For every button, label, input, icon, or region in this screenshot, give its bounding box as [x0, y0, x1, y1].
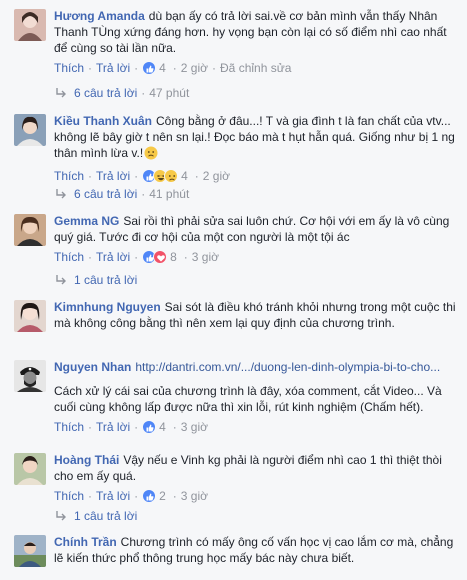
reactions[interactable]	[142, 169, 179, 183]
reply-button[interactable]: Trả lời	[96, 60, 130, 76]
reaction-count: 8	[170, 250, 177, 264]
comment-author[interactable]: Chính Trần	[54, 535, 117, 549]
sad-face-icon	[144, 146, 158, 164]
avatar[interactable]	[14, 9, 46, 41]
like-button[interactable]: Thích	[54, 249, 84, 265]
comment-link[interactable]: http://dantri.com.vn/.../duong-len-dinh-…	[135, 360, 440, 374]
comment-meta: Thích · Trả lời · 4 · 2 giờ	[54, 168, 231, 184]
replies-time: 47 phút	[149, 86, 190, 100]
comment-meta: Thích · Trả lời · 8 · 3 giờ	[54, 249, 220, 265]
comment-thread: Hương Amanda dù bạn ấy có trả lời sai.về …	[0, 0, 467, 580]
reactions[interactable]	[142, 61, 157, 75]
reaction-count: 4	[181, 169, 188, 183]
timestamp[interactable]: 3 giờ	[192, 249, 219, 265]
replies-count-label[interactable]: 1 câu trả lời	[74, 271, 137, 289]
avatar[interactable]	[14, 114, 46, 146]
view-replies-link[interactable]: 6 câu trả lời · 47 phút	[54, 84, 189, 102]
timestamp[interactable]: 2 giờ	[203, 168, 230, 184]
reply-button[interactable]: Trả lời	[96, 249, 130, 265]
reply-arrow-icon	[56, 511, 66, 521]
like-button[interactable]: Thích	[54, 168, 84, 184]
avatar[interactable]	[14, 300, 46, 332]
like-reaction-icon	[142, 489, 157, 503]
view-replies-link[interactable]: 1 câu trả lời	[54, 271, 137, 289]
timestamp[interactable]: 3 giờ	[181, 419, 208, 435]
replies-time: 41 phút	[149, 187, 190, 201]
reactions[interactable]	[142, 250, 168, 264]
reaction-count: 2	[159, 489, 166, 503]
replies-count-label[interactable]: 6 câu trả lời	[74, 84, 137, 102]
like-button[interactable]: Thích	[54, 488, 84, 504]
reactions[interactable]	[142, 420, 157, 434]
comment-meta: Thích · Trả lời · 4 · 3 giờ	[54, 419, 209, 435]
avatar[interactable]	[14, 214, 46, 246]
reply-button[interactable]: Trả lời	[96, 168, 130, 184]
comment-author[interactable]: Kiều Thanh Xuân	[54, 114, 152, 128]
like-button[interactable]: Thích	[54, 60, 84, 76]
comment-author[interactable]: Nguyen Nhan	[54, 360, 131, 374]
avatar[interactable]	[14, 360, 46, 392]
reply-arrow-icon	[56, 88, 66, 98]
comment-meta: Thích · Trả lời · 4 · 2 giờ · Đã chỉnh s…	[54, 60, 292, 76]
replies-count-label[interactable]: 6 câu trả lời	[74, 185, 137, 203]
comment-author[interactable]: Kimnhung Nguyen	[54, 300, 161, 314]
replies-count-label[interactable]: 1 câu trả lời	[74, 507, 137, 525]
reaction-count: 4	[159, 61, 166, 75]
avatar[interactable]	[14, 535, 46, 567]
view-replies-link[interactable]: 1 câu trả lời	[54, 507, 137, 525]
comment-author[interactable]: Gemma NG	[54, 214, 119, 228]
timestamp[interactable]: 2 giờ	[181, 60, 208, 76]
avatar[interactable]	[14, 453, 46, 485]
love-reaction-icon	[153, 250, 168, 264]
sad-reaction-icon	[164, 169, 179, 183]
timestamp[interactable]: 3 giờ	[181, 488, 208, 504]
reply-button[interactable]: Trả lời	[96, 419, 130, 435]
reply-arrow-icon	[56, 275, 66, 285]
edited-label[interactable]: Đã chỉnh sửa	[220, 60, 291, 76]
comment-text: Cách xử lý cái sai của chương trình là đ…	[54, 384, 442, 414]
like-button[interactable]: Thích	[54, 419, 84, 435]
like-reaction-icon	[142, 420, 157, 434]
view-replies-link[interactable]: 6 câu trả lời · 41 phút	[54, 185, 189, 203]
comment-author[interactable]: Hoàng Thái	[54, 453, 119, 467]
reaction-count: 4	[159, 420, 166, 434]
reply-arrow-icon	[56, 189, 66, 199]
comment-meta: Thích · Trả lời · 2 · 3 giờ	[54, 488, 209, 504]
comment-author[interactable]: Hương Amanda	[54, 9, 145, 23]
reply-button[interactable]: Trả lời	[96, 488, 130, 504]
like-reaction-icon	[142, 61, 157, 75]
reactions[interactable]	[142, 489, 157, 503]
